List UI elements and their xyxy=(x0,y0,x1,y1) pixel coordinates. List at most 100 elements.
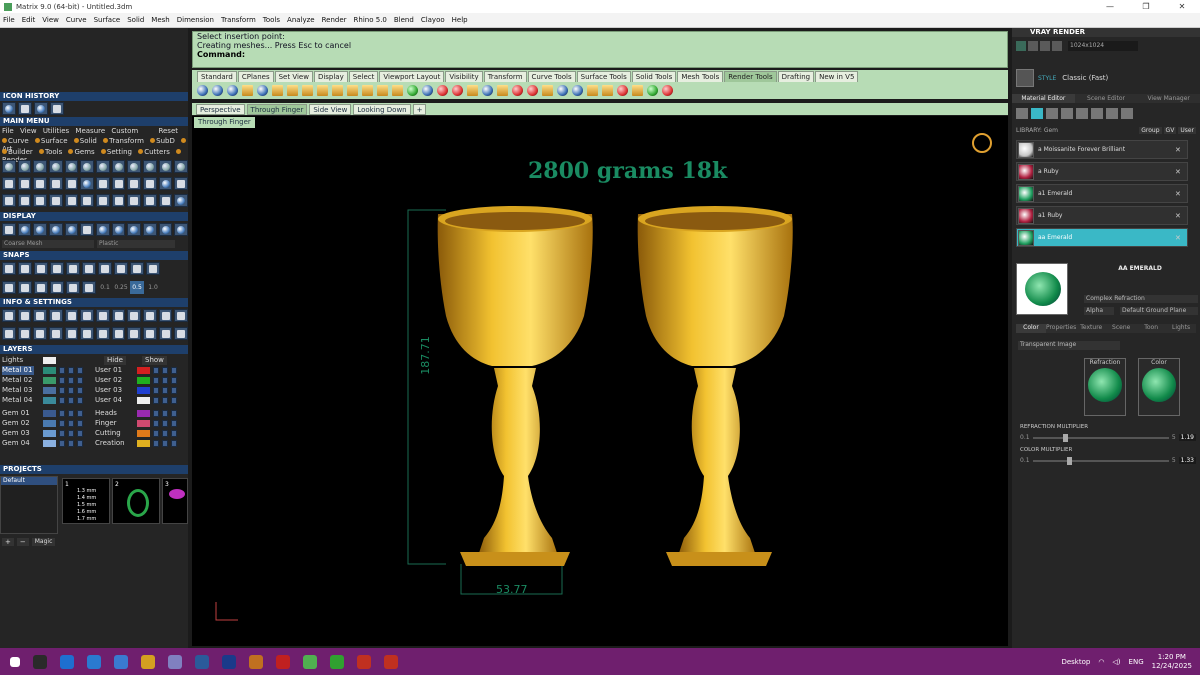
display-icon[interactable] xyxy=(80,223,95,236)
render-icon[interactable] xyxy=(287,85,298,96)
render-icon[interactable] xyxy=(407,85,418,96)
tool-icon[interactable] xyxy=(80,177,95,190)
snap-icon[interactable] xyxy=(98,262,112,275)
layer-visible-icon[interactable] xyxy=(68,440,74,447)
display-icon[interactable] xyxy=(174,223,189,236)
tab-visibility[interactable]: Visibility xyxy=(445,71,483,82)
info-icon[interactable] xyxy=(174,327,189,340)
snap-icon[interactable] xyxy=(82,281,96,294)
layer-color-swatch[interactable] xyxy=(137,440,150,447)
icon-history-header[interactable]: ICON HISTORY xyxy=(0,92,188,101)
vray-icon[interactable] xyxy=(1052,41,1062,51)
snap-icon[interactable] xyxy=(18,281,32,294)
display-icon[interactable] xyxy=(111,223,126,236)
layer-color-swatch[interactable] xyxy=(137,387,150,394)
material-tool-icon[interactable] xyxy=(1061,108,1073,119)
info-icon[interactable] xyxy=(2,327,16,340)
info-icon[interactable] xyxy=(143,327,157,340)
menu-dimension[interactable]: Dimension xyxy=(177,16,214,24)
info-icon[interactable] xyxy=(111,327,126,340)
layer-visible-icon[interactable] xyxy=(162,377,168,384)
render-icon[interactable] xyxy=(272,85,283,96)
render-icon[interactable] xyxy=(497,85,508,96)
history-icon-4[interactable] xyxy=(50,102,64,115)
info-icon[interactable] xyxy=(17,327,32,340)
taskbar-app-icon[interactable] xyxy=(276,654,290,669)
layer-lock-icon[interactable] xyxy=(59,420,65,427)
tool-icon[interactable] xyxy=(174,177,189,190)
layer-color-swatch[interactable] xyxy=(43,420,56,427)
subtab-scene[interactable]: Scene xyxy=(1106,324,1136,333)
snap-value[interactable]: 1.0 xyxy=(146,281,160,294)
layer-name[interactable]: Finger xyxy=(95,419,117,428)
menu-rhino5[interactable]: Rhino 5.0 xyxy=(354,16,387,24)
mm-custom[interactable]: Custom xyxy=(111,127,138,135)
tool-icon[interactable] xyxy=(96,177,110,190)
tab-standard[interactable]: Standard xyxy=(197,71,237,82)
layer-visible-icon[interactable] xyxy=(162,397,168,404)
subtab-properties[interactable]: Properties xyxy=(1046,324,1076,333)
layer-color-swatch[interactable] xyxy=(137,377,150,384)
tab-set-view[interactable]: Set View xyxy=(274,71,313,82)
render-icon[interactable] xyxy=(422,85,433,96)
info-icon[interactable] xyxy=(49,327,63,340)
render-icon[interactable] xyxy=(242,85,253,96)
info-icon[interactable] xyxy=(49,309,63,322)
mm-reset[interactable]: Reset xyxy=(158,127,178,135)
snaps-header[interactable]: SNAPS xyxy=(0,251,188,260)
render-icon[interactable] xyxy=(212,85,223,96)
menu-tools[interactable]: Tools xyxy=(263,16,280,24)
layer-lock-icon[interactable] xyxy=(153,420,159,427)
material-tool-icon[interactable] xyxy=(1076,108,1088,119)
render-icon[interactable] xyxy=(482,85,493,96)
layer-option-icon[interactable] xyxy=(171,410,177,417)
layer-lock-icon[interactable] xyxy=(153,387,159,394)
layer-option-icon[interactable] xyxy=(77,397,83,404)
render-icon[interactable] xyxy=(632,85,643,96)
layer-color-swatch[interactable] xyxy=(43,377,56,384)
layer-lock-icon[interactable] xyxy=(153,397,159,404)
snap-icon[interactable] xyxy=(18,262,32,275)
tab-scene-editor[interactable]: Scene Editor xyxy=(1075,94,1138,103)
layer-color-swatch[interactable] xyxy=(43,430,56,437)
layer-color-swatch[interactable] xyxy=(43,367,56,374)
display-icon[interactable] xyxy=(49,223,63,236)
render-icon[interactable] xyxy=(602,85,613,96)
display-mode-select[interactable]: Coarse Mesh xyxy=(2,240,94,248)
layer-option-icon[interactable] xyxy=(171,440,177,447)
slider-thumb[interactable] xyxy=(1066,456,1072,465)
layer-color-swatch[interactable] xyxy=(137,367,150,374)
layer-lock-icon[interactable] xyxy=(153,430,159,437)
layer-name[interactable]: Gem 04 xyxy=(2,439,34,448)
layer-color-swatch[interactable] xyxy=(137,420,150,427)
layer-visible-icon[interactable] xyxy=(68,387,74,394)
hide-button[interactable]: Hide xyxy=(104,356,126,365)
layers-header[interactable]: LAYERS xyxy=(0,345,188,354)
tool-icon[interactable] xyxy=(111,177,126,190)
refraction-slider[interactable] xyxy=(1032,433,1169,442)
tool-icon[interactable] xyxy=(49,177,63,190)
material-tool-icon[interactable] xyxy=(1016,108,1028,119)
maximize-button[interactable]: ❐ xyxy=(1128,0,1164,13)
vray-icon[interactable] xyxy=(1040,41,1050,51)
layer-name[interactable]: Metal 03 xyxy=(2,386,34,395)
layer-name[interactable]: User 04 xyxy=(95,396,122,405)
tool-icon[interactable] xyxy=(64,160,79,173)
taskbar-app-icon[interactable] xyxy=(357,654,371,669)
taskbar-app-icon[interactable] xyxy=(141,654,155,669)
snap-icon[interactable] xyxy=(66,281,80,294)
taskbar-app-icon[interactable] xyxy=(195,654,209,669)
wifi-icon[interactable]: ◠ xyxy=(1098,658,1104,666)
subtab-color[interactable]: Color xyxy=(1016,324,1046,333)
render-icon[interactable] xyxy=(647,85,658,96)
snap-icon[interactable] xyxy=(50,262,64,275)
info-icon[interactable] xyxy=(158,309,173,322)
layer-name[interactable]: Heads xyxy=(95,409,117,418)
tab-cplanes[interactable]: CPlanes xyxy=(237,71,274,82)
info-icon[interactable] xyxy=(33,309,48,322)
layer-lock-icon[interactable] xyxy=(153,377,159,384)
info-icon[interactable] xyxy=(33,327,48,340)
project-default[interactable]: Default xyxy=(1,477,57,485)
project-thumb-1[interactable]: 1 1.3 mm 1.4 mm 1.5 mm 1.6 mm 1.7 mm xyxy=(62,478,110,524)
tool-icon[interactable] xyxy=(127,160,142,173)
